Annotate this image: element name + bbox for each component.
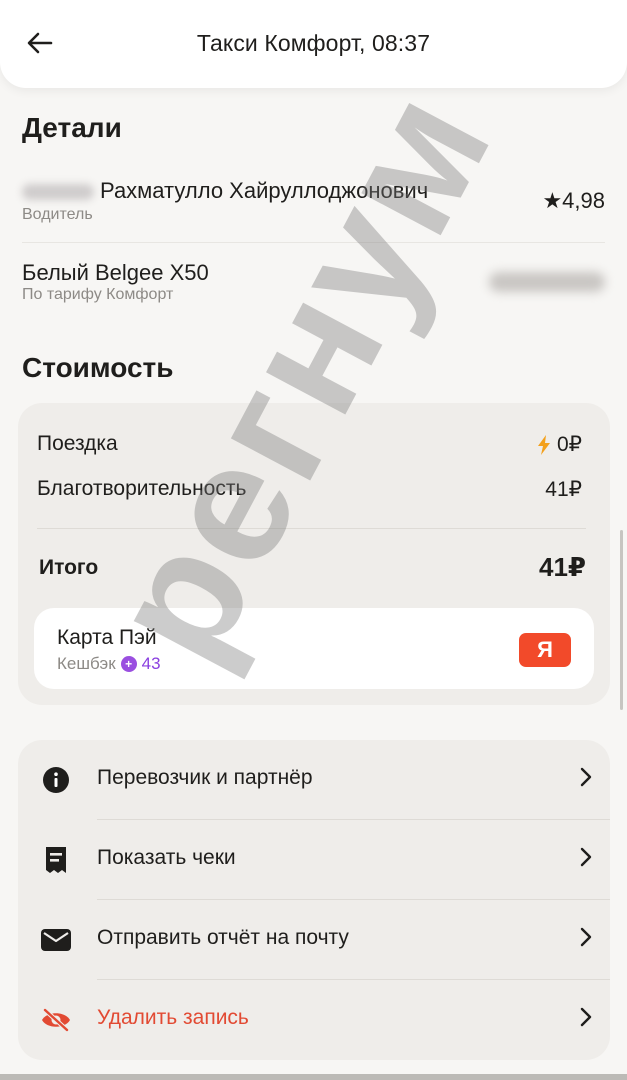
lightning-icon: [537, 434, 550, 455]
menu-item-delete[interactable]: Удалить запись: [18, 980, 610, 1060]
payment-method[interactable]: Карта Пэй Кешбэк + 43 Я: [34, 608, 594, 689]
trip-label: Поездка: [37, 432, 118, 455]
chevron-right-icon: [580, 767, 592, 787]
charity-value: 41₽: [545, 478, 582, 501]
menu-item-label: Перевозчик и партнёр: [97, 766, 313, 789]
menu-item-carrier[interactable]: Перевозчик и партнёр: [18, 740, 610, 820]
scrollbar[interactable]: [620, 530, 623, 710]
redacted-surname: [22, 184, 94, 201]
rating-value: 4,98: [562, 188, 605, 213]
top-bar: Такси Комфорт, 08:37: [0, 0, 627, 88]
yandex-pay-icon: Я: [519, 633, 571, 667]
eye-off-icon: [40, 1005, 72, 1035]
trip-amount: 0₽: [556, 433, 582, 456]
driver-role: Водитель: [22, 206, 93, 223]
car-model: Белый Belgee X50: [22, 260, 209, 285]
cashback: Кешбэк + 43: [57, 654, 161, 674]
cost-heading: Стоимость: [22, 352, 174, 383]
chevron-right-icon: [580, 1007, 592, 1027]
divider: [22, 242, 605, 243]
actions-menu: Перевозчик и партнёр Показать чеки Отпра…: [18, 740, 610, 1060]
page-title: Такси Комфорт, 08:37: [196, 30, 431, 56]
plus-points-icon: +: [120, 656, 137, 672]
chevron-right-icon: [580, 927, 592, 947]
charity-label: Благотворительность: [37, 477, 247, 500]
details-heading: Детали: [22, 112, 122, 143]
cashback-value: 43: [141, 654, 161, 673]
car-tariff: По тарифу Комфорт: [22, 286, 174, 303]
receipt-icon: [40, 845, 72, 875]
driver-rating: ★4,98: [542, 188, 605, 214]
bottom-edge: [0, 1074, 627, 1080]
driver-name[interactable]: Рахматулло Хайруллоджонович: [22, 178, 428, 204]
payment-name: Карта Пэй: [57, 626, 157, 649]
mail-icon: [40, 925, 72, 955]
driver-name-text: Рахматулло Хайруллоджонович: [100, 178, 429, 203]
cost-card: Поездка 0₽ Благотворительность 41₽ Итого…: [18, 403, 610, 705]
menu-item-label: Удалить запись: [97, 1006, 249, 1029]
divider: [37, 528, 586, 529]
menu-item-label: Показать чеки: [97, 846, 236, 869]
trip-value: 0₽: [537, 432, 582, 457]
total-value: 41₽: [538, 552, 586, 582]
total-label: Итого: [39, 556, 99, 579]
star-icon: ★: [542, 188, 563, 213]
menu-item-email-report[interactable]: Отправить отчёт на почту: [18, 900, 610, 980]
menu-item-receipts[interactable]: Показать чеки: [18, 820, 610, 900]
cashback-label: Кешбэк: [57, 654, 116, 673]
redacted-plate: [489, 272, 605, 292]
menu-item-label: Отправить отчёт на почту: [97, 926, 349, 949]
info-icon: [40, 765, 72, 795]
chevron-right-icon: [580, 847, 592, 867]
